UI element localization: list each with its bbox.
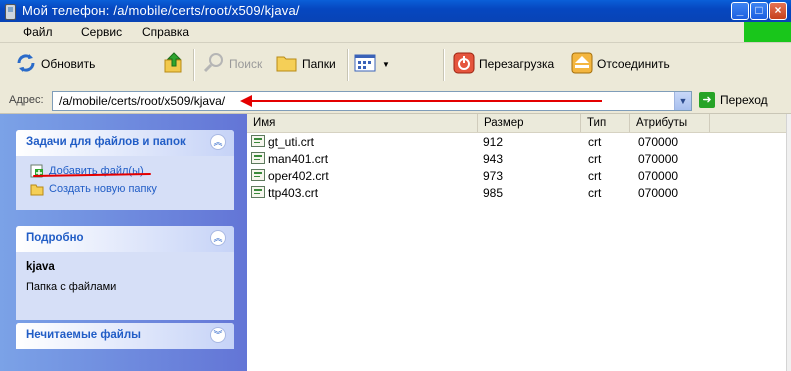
eject-icon [571, 52, 593, 77]
collapse-icon[interactable]: ︽ [210, 134, 226, 150]
details-panel: Подробно ︽ kjava Папка с файлами [16, 226, 234, 320]
file-attributes: 070000 [638, 169, 679, 183]
certificate-file-icon [251, 186, 265, 198]
power-icon [453, 52, 475, 77]
search-label: Поиск [229, 57, 263, 71]
expand-icon[interactable]: ︾ [210, 327, 226, 343]
file-type: crt [588, 135, 602, 149]
toolbar-separator [443, 49, 445, 81]
add-files-link[interactable]: Добавить файл(ы) [26, 162, 224, 180]
file-name: oper402.crt [268, 169, 329, 183]
toolbar-separator [193, 49, 195, 81]
new-folder-link[interactable]: Создать новую папку [26, 180, 224, 198]
file-attributes: 070000 [638, 152, 679, 166]
up-folder-icon [162, 51, 186, 78]
column-header-row: Имя Размер Тип Атрибуты [247, 114, 791, 133]
go-button[interactable]: ➜ Переход [699, 92, 768, 108]
window-title: Мой телефон: /a/mobile/certs/root/x509/k… [22, 3, 300, 18]
file-name: ttp403.crt [268, 186, 319, 200]
folders-label: Папки [302, 57, 336, 71]
file-attributes: 070000 [638, 186, 679, 200]
reboot-label: Перезагрузка [479, 57, 555, 71]
search-button[interactable]: Поиск [203, 51, 262, 77]
address-label: Адрес: [9, 94, 44, 106]
details-panel-title: Подробно [26, 232, 84, 244]
view-button[interactable]: ▼ [354, 51, 390, 77]
tasks-panel-title: Задачи для файлов и папок [26, 136, 186, 148]
unread-panel-header[interactable]: Нечитаемые файлы ︾ [16, 323, 234, 349]
folders-button[interactable]: Папки [276, 51, 336, 77]
chevron-down-icon: ▼ [382, 59, 390, 69]
refresh-label: Обновить [41, 57, 96, 71]
certificate-file-icon [251, 152, 265, 164]
task-pane: Задачи для файлов и папок ︽ Добавить фай… [0, 114, 247, 371]
title-bar: Мой телефон: /a/mobile/certs/root/x509/k… [0, 0, 791, 22]
collapse-icon[interactable]: ︽ [210, 230, 226, 246]
scrollbar[interactable] [786, 114, 791, 371]
address-value: /a/mobile/certs/root/x509/kjava/ [59, 94, 226, 108]
file-row[interactable]: ttp403.crt 985 crt 070000 [247, 185, 791, 202]
unread-panel-title: Нечитаемые файлы [26, 329, 142, 341]
menu-help[interactable]: Справка [142, 25, 189, 39]
refresh-icon [15, 52, 37, 77]
go-arrow-icon: ➜ [699, 92, 715, 108]
file-attributes: 070000 [638, 135, 679, 149]
minimize-button[interactable]: _ [731, 2, 749, 20]
file-list: Имя Размер Тип Атрибуты gt_uti.crt 912 c… [247, 114, 791, 371]
menu-file[interactable]: Файл [23, 25, 53, 39]
search-icon [203, 52, 225, 77]
toolbar: Обновить Поиск Папки ▼ Перезагрузка Отсо… [0, 43, 791, 90]
folders-icon [276, 53, 298, 76]
file-row[interactable]: man401.crt 943 crt 070000 [247, 151, 791, 168]
file-name: man401.crt [268, 152, 329, 166]
phone-icon [5, 4, 16, 20]
file-row[interactable]: oper402.crt 973 crt 070000 [247, 168, 791, 185]
close-button[interactable]: × [769, 2, 787, 20]
tasks-panel: Задачи для файлов и папок ︽ Добавить фай… [16, 130, 234, 210]
column-type[interactable]: Тип [581, 114, 630, 132]
disconnect-button[interactable]: Отсоединить [571, 51, 670, 77]
file-size: 973 [483, 169, 504, 183]
column-size[interactable]: Размер [478, 114, 581, 132]
file-size: 943 [483, 152, 504, 166]
new-folder-label: Создать новую папку [49, 183, 157, 195]
disconnect-label: Отсоединить [597, 57, 670, 71]
tasks-panel-header[interactable]: Задачи для файлов и папок ︽ [16, 130, 234, 156]
windows-logo [744, 22, 791, 42]
file-type: crt [588, 152, 602, 166]
column-attributes[interactable]: Атрибуты [630, 114, 710, 132]
annotation-arrow-line [250, 100, 602, 102]
details-name: kjava [26, 261, 55, 273]
details-panel-header[interactable]: Подробно ︽ [16, 226, 234, 252]
file-size: 985 [483, 186, 504, 200]
toolbar-separator [347, 49, 349, 81]
menu-service[interactable]: Сервис [81, 25, 122, 39]
address-bar: Адрес: /a/mobile/certs/root/x509/kjava/ … [0, 89, 791, 114]
reboot-button[interactable]: Перезагрузка [453, 51, 554, 77]
certificate-file-icon [251, 135, 265, 147]
column-name[interactable]: Имя [247, 114, 478, 132]
annotation-arrow-head [240, 95, 252, 107]
file-name: gt_uti.crt [268, 135, 315, 149]
unread-files-panel: Нечитаемые файлы ︾ [16, 323, 234, 349]
address-dropdown-button[interactable]: ▼ [674, 92, 691, 110]
new-folder-icon [30, 184, 44, 196]
go-label: Переход [720, 93, 768, 107]
up-button[interactable] [162, 51, 190, 77]
file-type: crt [588, 169, 602, 183]
file-row[interactable]: gt_uti.crt 912 crt 070000 [247, 134, 791, 151]
details-type: Папка с файлами [26, 281, 117, 293]
file-size: 912 [483, 135, 504, 149]
file-type: crt [588, 186, 602, 200]
menu-bar: Файл Сервис Справка [0, 22, 791, 43]
view-icon [354, 53, 378, 76]
refresh-button[interactable]: Обновить [15, 51, 95, 77]
certificate-file-icon [251, 169, 265, 181]
maximize-button[interactable]: □ [750, 2, 768, 20]
